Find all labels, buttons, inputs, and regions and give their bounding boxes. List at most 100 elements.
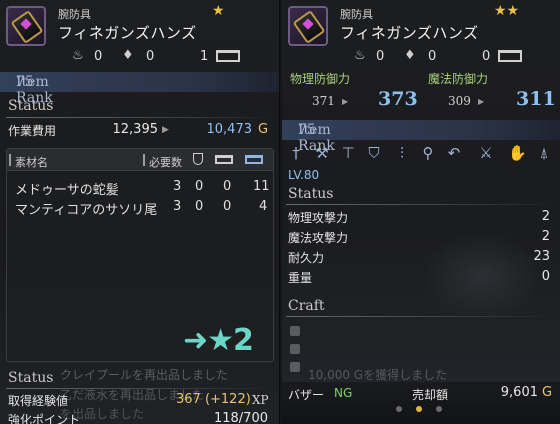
divider xyxy=(286,316,554,317)
mag-def-from: 309 xyxy=(448,94,471,108)
sword-icon: ⚔ xyxy=(479,144,493,162)
mag-def-label: 魔法防御力 xyxy=(428,72,489,86)
table-row[interactable]: マンティコアのサソリ尾 3 0 0 4 xyxy=(15,199,273,218)
bag-count: 0 xyxy=(195,199,204,214)
exp-unit: XP xyxy=(252,393,269,407)
current-item-panel: 腕防具 ★ フィネガンズハンズ ♨ 0 ♦ 0 1 Item Rank 75 S… xyxy=(0,0,280,424)
hammer-icon: ⊤ xyxy=(341,144,355,162)
slot-icon xyxy=(216,50,240,62)
item-category: 腕防具 xyxy=(340,8,373,21)
materia-count: 0 xyxy=(376,49,385,64)
upgraded-item-panel: 腕防具 ★★ フィネガンズハンズ ♨ 0 ♦ 0 0 物理防御力 魔法防御力 3… xyxy=(282,0,560,424)
craft-slot-icon xyxy=(290,362,300,372)
cost-from: 12,395 xyxy=(112,122,159,137)
cost-label: 作業費用 xyxy=(8,124,57,138)
enhance-value: 118/700 xyxy=(213,411,268,424)
flame-icon: ♨ xyxy=(72,48,84,63)
gil-unit: G xyxy=(542,385,553,400)
exp-value: 367 (+122) xyxy=(176,392,251,407)
gil-unit: G xyxy=(258,122,269,137)
slot-icon xyxy=(498,50,522,62)
item-icon[interactable] xyxy=(288,6,328,46)
glove-icon: ✋ xyxy=(508,144,527,162)
bag-count: 0 xyxy=(195,179,204,194)
item-rank-value: 75 xyxy=(298,122,316,138)
bazaar-value: NG xyxy=(334,386,353,400)
background-scenery xyxy=(422,232,542,322)
storage-count: 0 xyxy=(223,199,232,214)
star-rating: ★ xyxy=(212,3,225,19)
stat-label: 物理攻撃力 xyxy=(288,211,349,225)
staff-icon: ⚲ xyxy=(422,144,434,162)
arrow-right-icon: ▶ xyxy=(342,97,349,106)
drop-icon: ♦ xyxy=(122,48,134,63)
bag-icon xyxy=(193,153,203,165)
retainer-icon xyxy=(245,155,263,164)
scythe-icon: ↶ xyxy=(447,144,461,162)
table-row[interactable]: メドゥーサの蛇髪 3 0 0 11 xyxy=(15,179,273,198)
axe-icon: ⚒ xyxy=(315,144,329,162)
craft-slot-icon xyxy=(290,326,300,336)
shield-icon: ⛉ xyxy=(368,144,380,162)
divider xyxy=(6,117,274,118)
storage-count: 0 xyxy=(223,179,232,194)
stat-label: 耐久力 xyxy=(288,251,325,265)
page-dot-active[interactable] xyxy=(416,406,422,412)
header-marker xyxy=(9,154,11,166)
item-category: 腕防具 xyxy=(58,8,91,21)
header-material: 素材名 xyxy=(15,156,48,169)
cost-to: 10,473 xyxy=(206,122,253,137)
required-count: 3 xyxy=(173,179,182,194)
materia-count: 0 xyxy=(94,49,103,64)
material-name: マンティコアのサソリ尾 xyxy=(15,203,158,218)
dagger-icon: † xyxy=(292,144,300,162)
sell-value: 9,601 xyxy=(500,385,538,400)
phys-def-from: 371 xyxy=(312,94,335,108)
bazaar-label: バザー xyxy=(288,388,325,402)
status-title: Status xyxy=(8,98,54,114)
level-label: LV.80 xyxy=(288,168,320,182)
bg-chat-line: クレイプールを再出品しました xyxy=(60,368,229,382)
materia-count: 1 xyxy=(200,49,209,64)
item-rank-band: Item Rank 75 xyxy=(282,120,560,154)
stat-label: 重量 xyxy=(288,271,313,285)
upgrade-badge: ➜★2 xyxy=(183,323,254,358)
storage-icon xyxy=(215,155,233,164)
divider xyxy=(286,204,554,205)
phys-def-to: 373 xyxy=(378,88,418,110)
item-rank-band: Item Rank 75 xyxy=(0,72,279,106)
claw-icon: ⫶ xyxy=(400,144,404,162)
status-title: Status xyxy=(288,186,334,202)
material-name: メドゥーサの蛇髪 xyxy=(15,183,119,198)
drop-icon: ♦ xyxy=(404,48,416,63)
item-rank-value: 75 xyxy=(16,74,34,90)
craft-title: Craft xyxy=(288,298,325,314)
craft-slot-icon xyxy=(290,344,300,354)
page-dot[interactable] xyxy=(396,406,402,412)
required-count: 3 xyxy=(173,199,182,214)
spear-icon: ⍋ xyxy=(539,144,549,162)
table-header: 素材名 必要数 xyxy=(7,149,273,171)
sell-label: 売却額 xyxy=(412,388,449,402)
materials-table: 素材名 必要数 メドゥーサの蛇髪 3 0 0 11 マンティコアのサソリ尾 3 … xyxy=(6,148,274,362)
header-required: 必要数 xyxy=(149,156,182,169)
enhance-label: 強化ポイント xyxy=(8,413,81,424)
star-rating: ★★ xyxy=(494,3,520,19)
flame-icon: ♨ xyxy=(354,48,366,63)
divider xyxy=(6,388,274,389)
bg-chat-line: 10,000 Gを獲得しました xyxy=(308,368,448,382)
arrow-right-icon: ▶ xyxy=(162,125,169,135)
materia-count: 0 xyxy=(482,49,491,64)
status2-title: Status xyxy=(8,370,54,386)
header-marker xyxy=(143,154,145,166)
mag-def-to: 311 xyxy=(516,88,556,110)
exp-label: 取得経験値 xyxy=(8,394,69,408)
page-dot[interactable] xyxy=(436,406,442,412)
arrow-right-icon: ▶ xyxy=(478,97,485,106)
retainer-count: 4 xyxy=(259,199,268,214)
item-icon[interactable] xyxy=(6,6,46,46)
stat-value: 2 xyxy=(541,209,550,224)
item-name: フィネガンズハンズ xyxy=(340,24,479,42)
retainer-count: 11 xyxy=(253,179,270,194)
stat-label: 魔法攻撃力 xyxy=(288,231,349,245)
